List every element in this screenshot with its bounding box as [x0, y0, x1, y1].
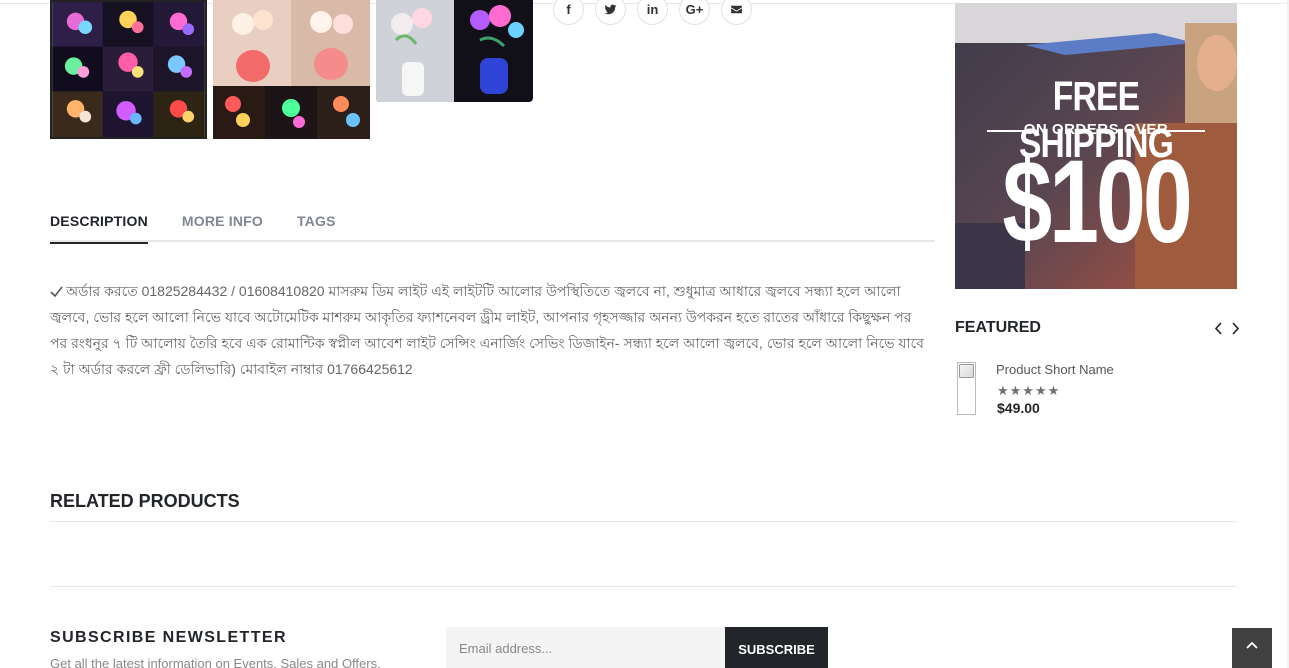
thumbnail-1[interactable] [50, 0, 207, 139]
mushroom-lamp-collage-image [52, 2, 205, 137]
free-shipping-banner[interactable]: FREE SHIPPING ON ORDERS OVER $100 [955, 3, 1237, 289]
featured-product-rating: ★★★★★ [997, 383, 1061, 398]
email-icon[interactable] [721, 0, 752, 25]
promo-amount: $100 [1002, 136, 1192, 268]
product-tabs: DESCRIPTION MORE INFO TAGS [50, 208, 935, 244]
check-icon [50, 286, 63, 298]
product-description: অর্ডার করতে 01825284432 / 01608410820 মা… [50, 278, 930, 382]
footer-divider [50, 586, 1237, 587]
facebook-glyph: f [566, 2, 571, 17]
featured-carousel-nav [1212, 320, 1242, 336]
description-text: অর্ডার করতে 01825284432 / 01608410820 মা… [50, 283, 924, 377]
newsletter-subtitle: Get all the latest information on Events… [50, 656, 381, 668]
featured-product-image[interactable] [957, 362, 976, 415]
newsletter-email-input[interactable] [446, 627, 725, 668]
tab-description[interactable]: DESCRIPTION [50, 208, 148, 244]
thumbnail-2[interactable] [213, 0, 370, 139]
facebook-icon[interactable]: f [553, 0, 584, 25]
featured-product-name[interactable]: Product Short Name [996, 362, 1114, 377]
envelope-glyph [731, 5, 742, 14]
subscribe-button[interactable]: SUBSCRIBE [725, 627, 828, 668]
chevron-right-icon[interactable] [1229, 320, 1242, 336]
tab-tags[interactable]: TAGS [297, 208, 336, 242]
chevron-left-icon[interactable] [1212, 320, 1225, 336]
thumbnail-3[interactable] [376, 0, 533, 102]
featured-title: FEATURED [955, 319, 1041, 336]
related-divider [50, 521, 1237, 522]
linkedin-glyph: in [646, 2, 659, 17]
rose-lamp-collage-image [213, 0, 370, 139]
newsletter-title: SUBSCRIBE NEWSLETTER [50, 629, 287, 646]
twitter-icon[interactable] [595, 0, 626, 25]
scroll-to-top-button[interactable] [1232, 628, 1272, 668]
twitter-bird-glyph [604, 4, 617, 15]
chevron-up-icon [1246, 641, 1258, 649]
featured-product-price: $49.00 [997, 400, 1040, 416]
related-products-title: RELATED PRODUCTS [50, 491, 240, 511]
tab-more-info[interactable]: MORE INFO [182, 208, 263, 242]
google-plus-glyph: G+ [685, 2, 704, 17]
linkedin-icon[interactable]: in [637, 0, 668, 25]
flower-plug-lamp-image [376, 0, 533, 102]
google-plus-icon[interactable]: G+ [679, 0, 710, 25]
share-links: f in G+ [553, 0, 752, 25]
